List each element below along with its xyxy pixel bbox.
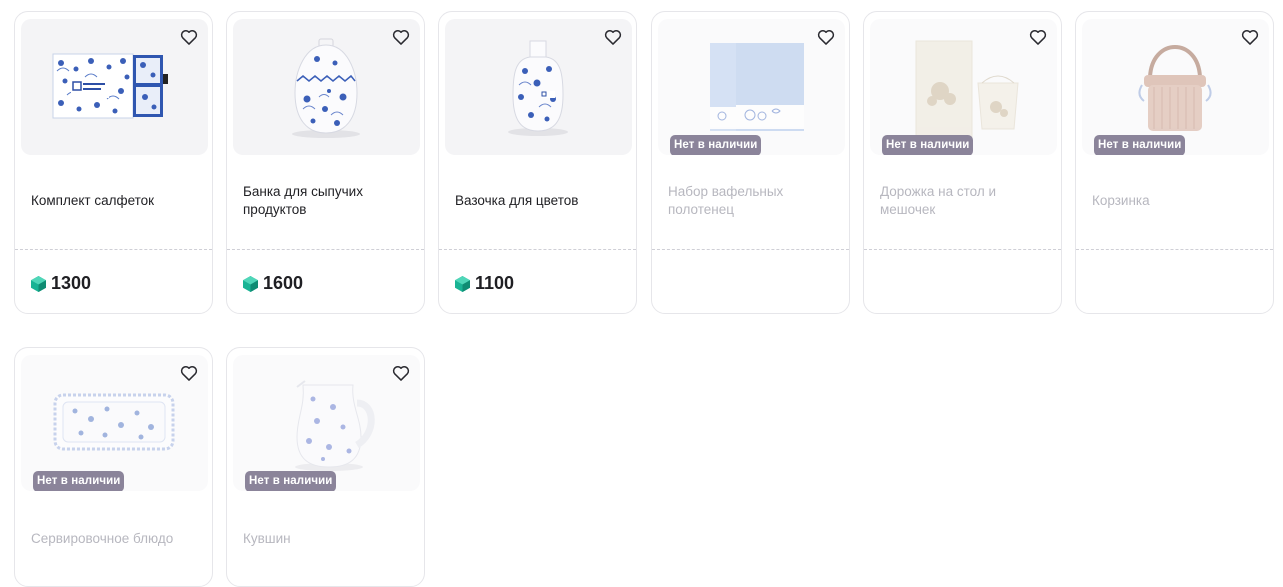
divider [1076,249,1273,250]
divider [439,249,636,250]
out-of-stock-badge: Нет в наличии [1094,135,1186,155]
gem-icon [31,275,46,292]
heart-icon [604,30,622,45]
product-title[interactable]: Кувшин [243,518,412,560]
favorite-button[interactable] [1027,26,1049,48]
out-of-stock-badge: Нет в наличии [33,471,125,491]
out-of-stock-badge: Нет в наличии [670,135,762,155]
product-card[interactable]: Нет в наличии Дорожка на стол и мешочек [863,11,1062,314]
price-value: 1300 [51,273,92,293]
price-value: 1100 [475,273,515,293]
price-value: 1600 [263,273,304,293]
product-price: 1100 [455,273,514,294]
heart-icon [1241,30,1259,45]
product-title[interactable]: Набор вафельных полотенец [668,175,837,227]
product-card[interactable]: Нет в наличии Сервировочное блюдо [14,347,213,587]
product-title[interactable]: Банка для сыпучих продуктов [243,175,412,227]
favorite-button[interactable] [390,362,412,384]
divider [15,249,212,250]
heart-icon [392,366,410,381]
product-card[interactable]: Вазочка для цветов 1100 [438,11,637,314]
heart-icon [817,30,835,45]
favorite-button[interactable] [1239,26,1261,48]
product-price: 1600 [243,273,303,294]
out-of-stock-badge: Нет в наличии [882,135,974,155]
product-price: 1300 [31,273,91,294]
favorite-button[interactable] [178,362,200,384]
product-card[interactable]: Нет в наличии Корзинка [1075,11,1274,314]
divider [864,249,1061,250]
product-title[interactable]: Дорожка на стол и мешочек [880,175,1049,227]
product-card[interactable]: Комплект салфеток 1300 [14,11,213,314]
product-title[interactable]: Комплект салфеток [31,175,200,227]
divider [652,249,849,250]
divider [227,249,424,250]
out-of-stock-badge: Нет в наличии [245,471,337,491]
gem-icon [455,275,470,292]
favorite-button[interactable] [815,26,837,48]
product-card[interactable]: Банка для сыпучих продуктов 1600 [226,11,425,314]
product-card[interactable]: Нет в наличии Кувшин [226,347,425,587]
heart-icon [180,30,198,45]
heart-icon [1029,30,1047,45]
favorite-button[interactable] [602,26,624,48]
product-title[interactable]: Вазочка для цветов [455,175,624,227]
heart-icon [180,366,198,381]
favorite-button[interactable] [390,26,412,48]
favorite-button[interactable] [178,26,200,48]
product-card[interactable]: Нет в наличии Набор вафельных полотенец [651,11,850,314]
product-title[interactable]: Корзинка [1092,175,1261,227]
gem-icon [243,275,258,292]
heart-icon [392,30,410,45]
product-title[interactable]: Сервировочное блюдо [31,518,200,560]
